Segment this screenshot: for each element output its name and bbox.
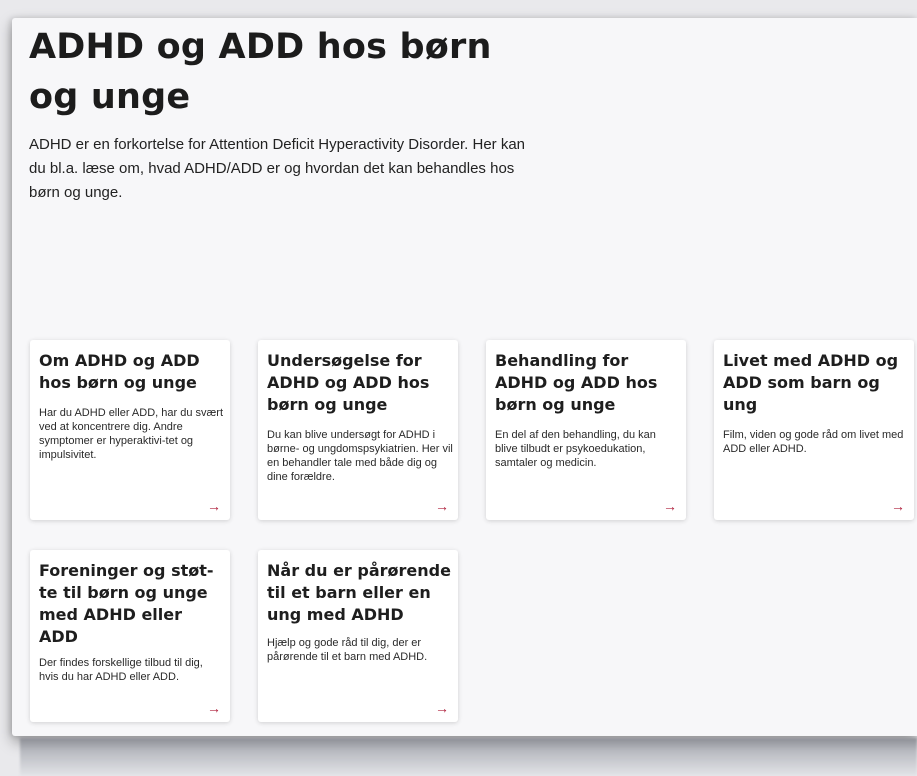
card-title: Livet med ADHD og ADD som barn og ung [723,351,899,414]
page-container: ADHD og ADD hos børn og unge ADHD er en … [12,18,917,736]
arrow-right-icon[interactable]: → [435,499,449,513]
arrow-right-icon[interactable]: → [891,499,905,513]
card-title: Når du er pårørende til et barn eller en… [267,561,451,624]
card-title: Foreninger og støt-te til børn og unge m… [39,561,214,646]
card-paaroerende[interactable]: Når du er pårørende til et barn eller en… [258,550,458,722]
card-undersoegelse[interactable]: Undersøgelse for ADHD og ADD hos børn og… [258,340,458,520]
card-title: Undersøgelse for ADHD og ADD hos børn og… [267,351,430,414]
card-behandling[interactable]: Behandling for ADHD og ADD hos børn og u… [486,340,686,520]
page-title: ADHD og ADD hos børn og unge [29,27,492,117]
card-text: Har du ADHD eller ADD, har du svært ved … [39,407,224,461]
card-text: Du kan blive undersøgt for ADHD i børne-… [267,429,453,483]
card-text: Der findes forskellige tilbud til dig, h… [39,657,203,683]
window-shadow [20,738,917,776]
card-text: Film, viden og gode råd om livet med ADD… [723,429,904,455]
card-title: Behandling for ADHD og ADD hos børn og u… [495,351,658,414]
card-title: Om ADHD og ADD hos børn og unge [39,351,200,392]
arrow-right-icon[interactable]: → [663,499,677,513]
card-livet-med-adhd[interactable]: Livet med ADHD og ADD som barn og ung Fi… [714,340,914,520]
arrow-right-icon[interactable]: → [435,701,449,715]
card-foreninger[interactable]: Foreninger og støt-te til børn og unge m… [30,550,230,722]
arrow-right-icon[interactable]: → [207,499,221,513]
page-intro: ADHD er en forkortelse for Attention Def… [29,136,526,201]
card-om-adhd[interactable]: Om ADHD og ADD hos børn og unge Har du A… [30,340,230,520]
arrow-right-icon[interactable]: → [207,701,221,715]
card-text: Hjælp og gode råd til dig, der er pårøre… [267,637,428,663]
card-text: En del af den behandling, du kan blive t… [495,429,656,469]
